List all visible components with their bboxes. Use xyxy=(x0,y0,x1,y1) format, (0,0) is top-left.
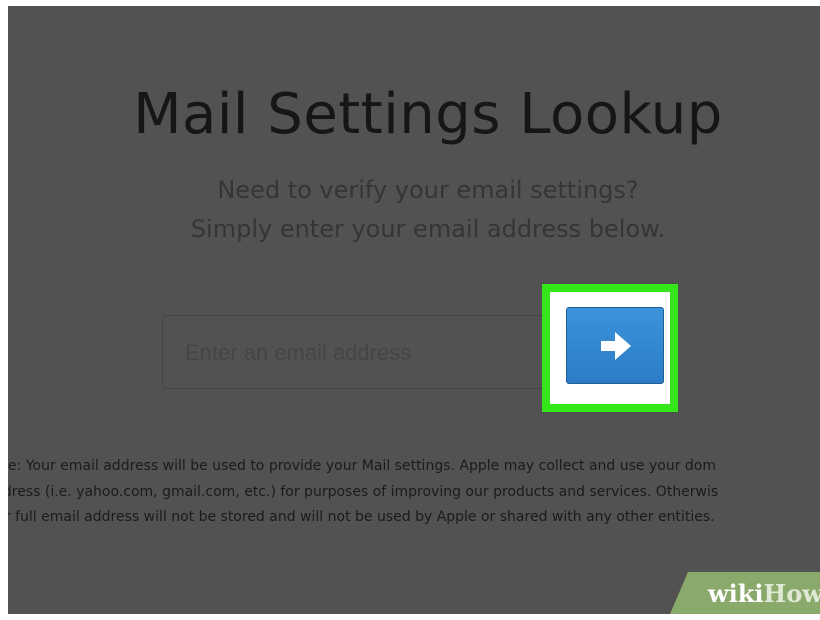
arrow-right-icon xyxy=(601,332,631,360)
privacy-note-line-2: ldress (i.e. yahoo.com, gmail.com, etc.)… xyxy=(8,484,719,500)
screenshot-frame: Mail Settings Lookup Need to verify your… xyxy=(0,0,820,620)
privacy-note-line-3: ur full email address will not be stored… xyxy=(8,509,715,525)
mail-settings-page: Mail Settings Lookup Need to verify your… xyxy=(8,6,820,614)
wikihow-watermark: wikiHow xyxy=(670,572,820,614)
email-placeholder: Enter an email address xyxy=(185,340,412,365)
page-title: Mail Settings Lookup xyxy=(133,82,723,147)
watermark-logo: wikiHow xyxy=(708,579,820,608)
email-input[interactable]: Enter an email address xyxy=(162,315,592,389)
submit-button[interactable] xyxy=(566,307,664,384)
watermark-how: How xyxy=(763,579,820,608)
subtitle-line-2: Simply enter your email address below. xyxy=(190,215,666,243)
subtitle-line-1: Need to verify your email settings? xyxy=(217,176,639,204)
privacy-note-line-1: ote: Your email address will be used to … xyxy=(8,458,716,474)
watermark-wiki: wiki xyxy=(708,579,764,608)
